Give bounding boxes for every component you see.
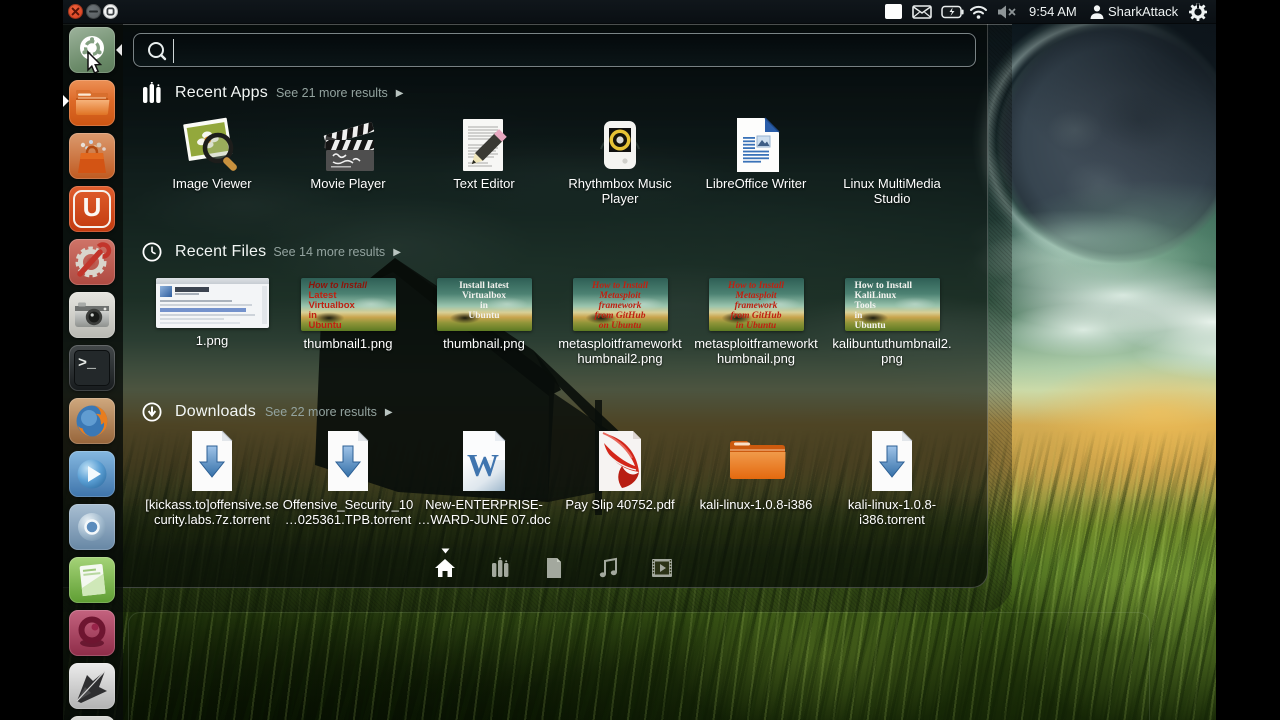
svg-text:W: W [467, 447, 499, 483]
